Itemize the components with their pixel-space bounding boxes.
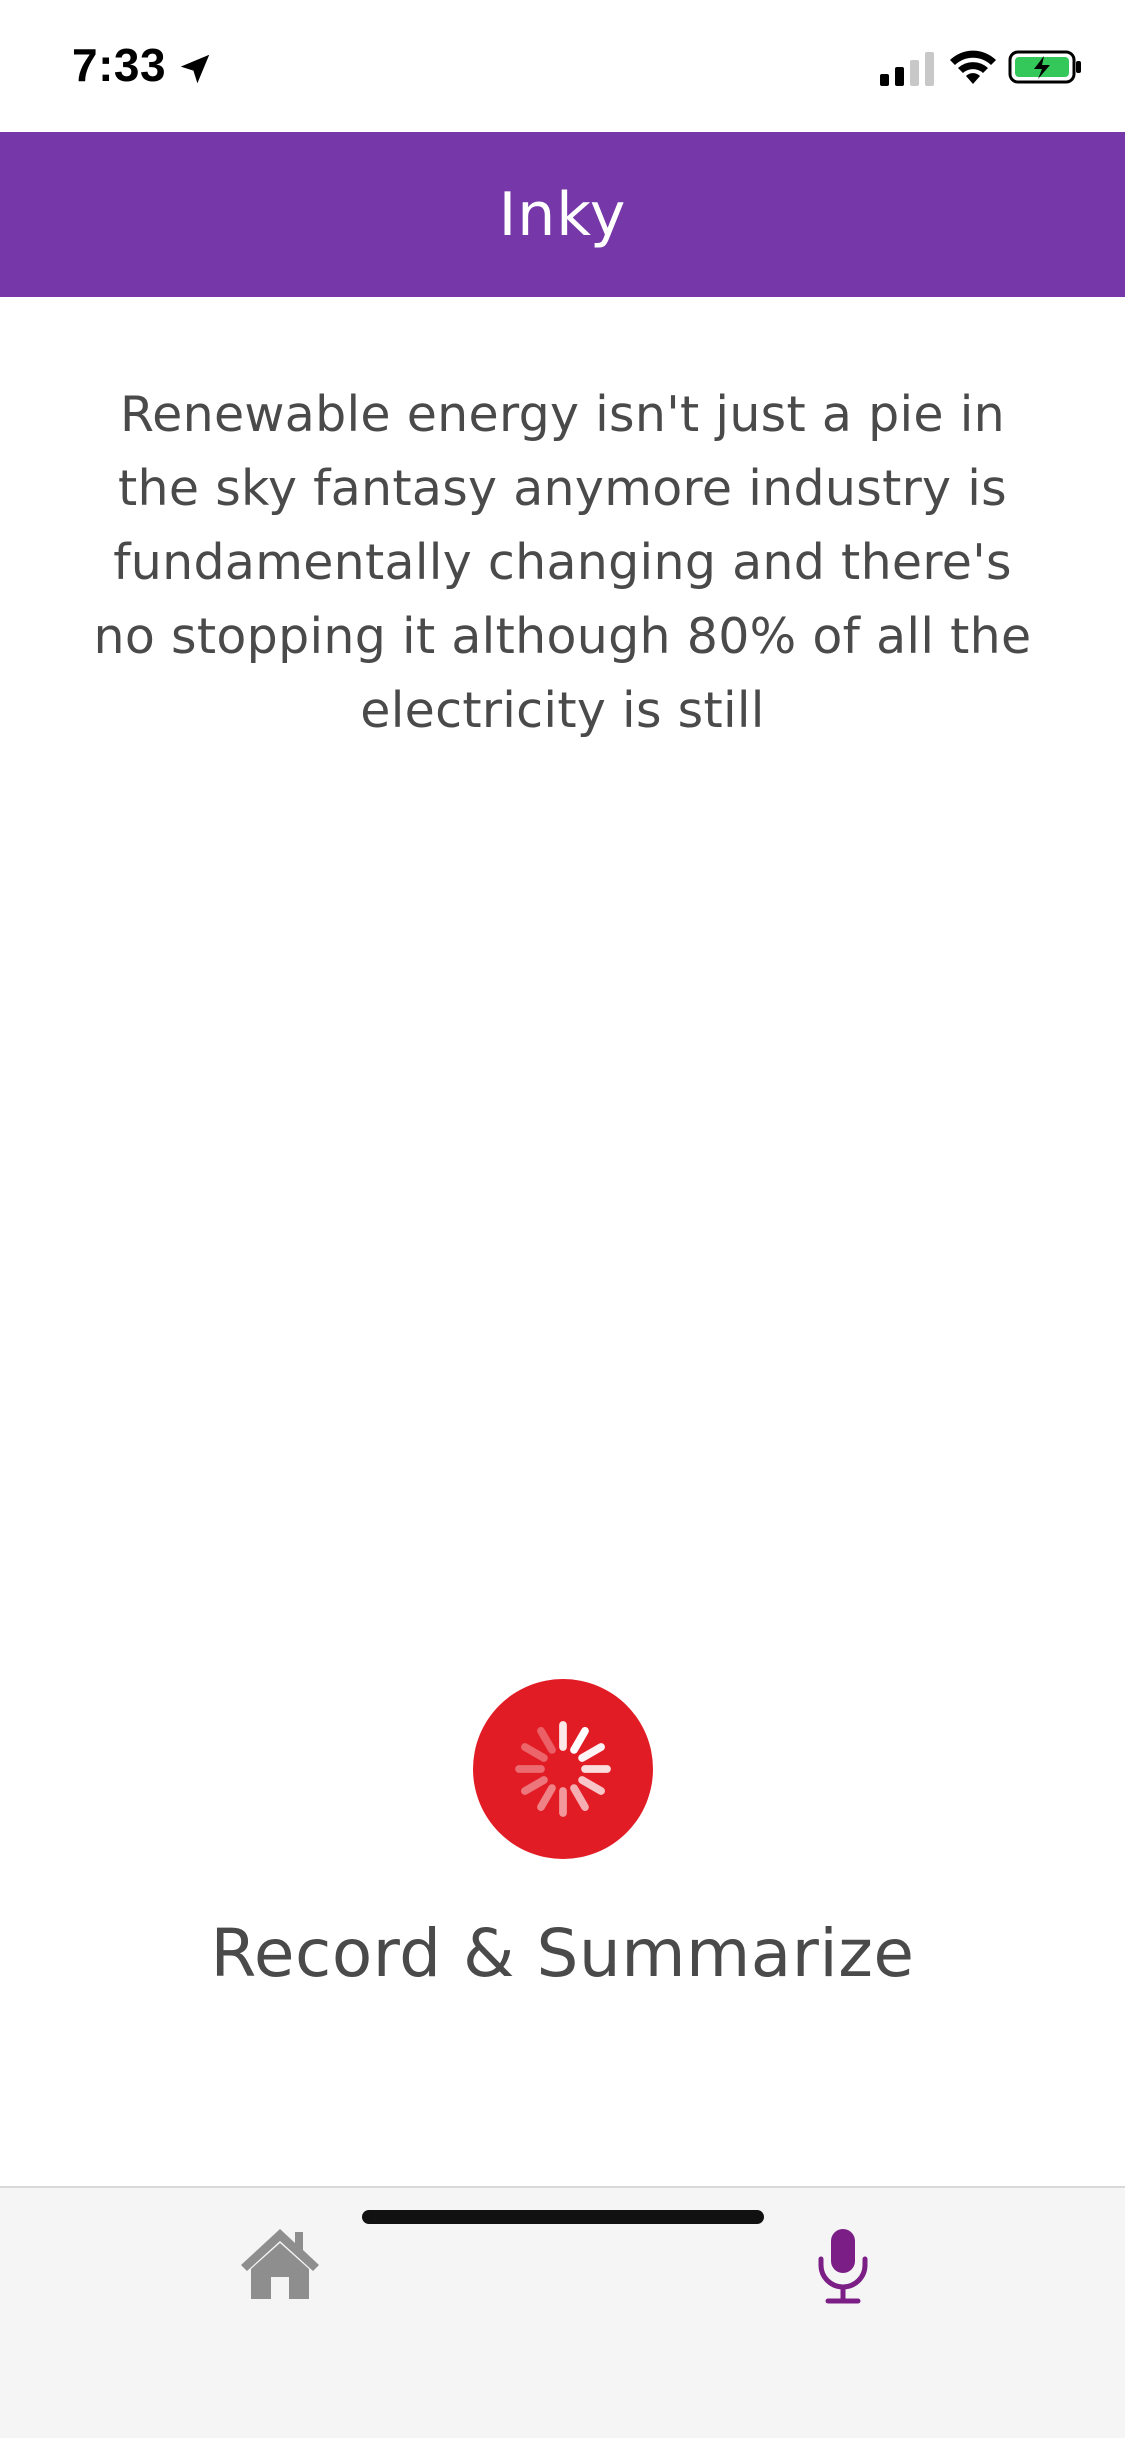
loading-spinner-icon xyxy=(515,1721,611,1817)
location-arrow-icon xyxy=(180,54,210,84)
battery-charging-icon xyxy=(1008,50,1081,84)
home-indicator xyxy=(362,2210,764,2224)
wifi-icon xyxy=(950,50,996,84)
status-time: 7:33 xyxy=(72,39,167,91)
app-header: Inky xyxy=(0,132,1125,297)
microphone-icon xyxy=(818,2229,868,2304)
status-bar: 7:33 xyxy=(0,0,1125,132)
tab-record[interactable] xyxy=(793,2216,893,2316)
app-title: Inky xyxy=(498,179,627,250)
record-button[interactable] xyxy=(473,1679,653,1859)
home-icon xyxy=(241,2229,319,2299)
transcript-text: Renewable energy isn't just a pie in the… xyxy=(93,386,1032,739)
cellular-signal-icon xyxy=(880,52,934,86)
record-summarize-label: Record & Summarize xyxy=(210,1915,915,1992)
tab-home[interactable] xyxy=(230,2218,330,2308)
